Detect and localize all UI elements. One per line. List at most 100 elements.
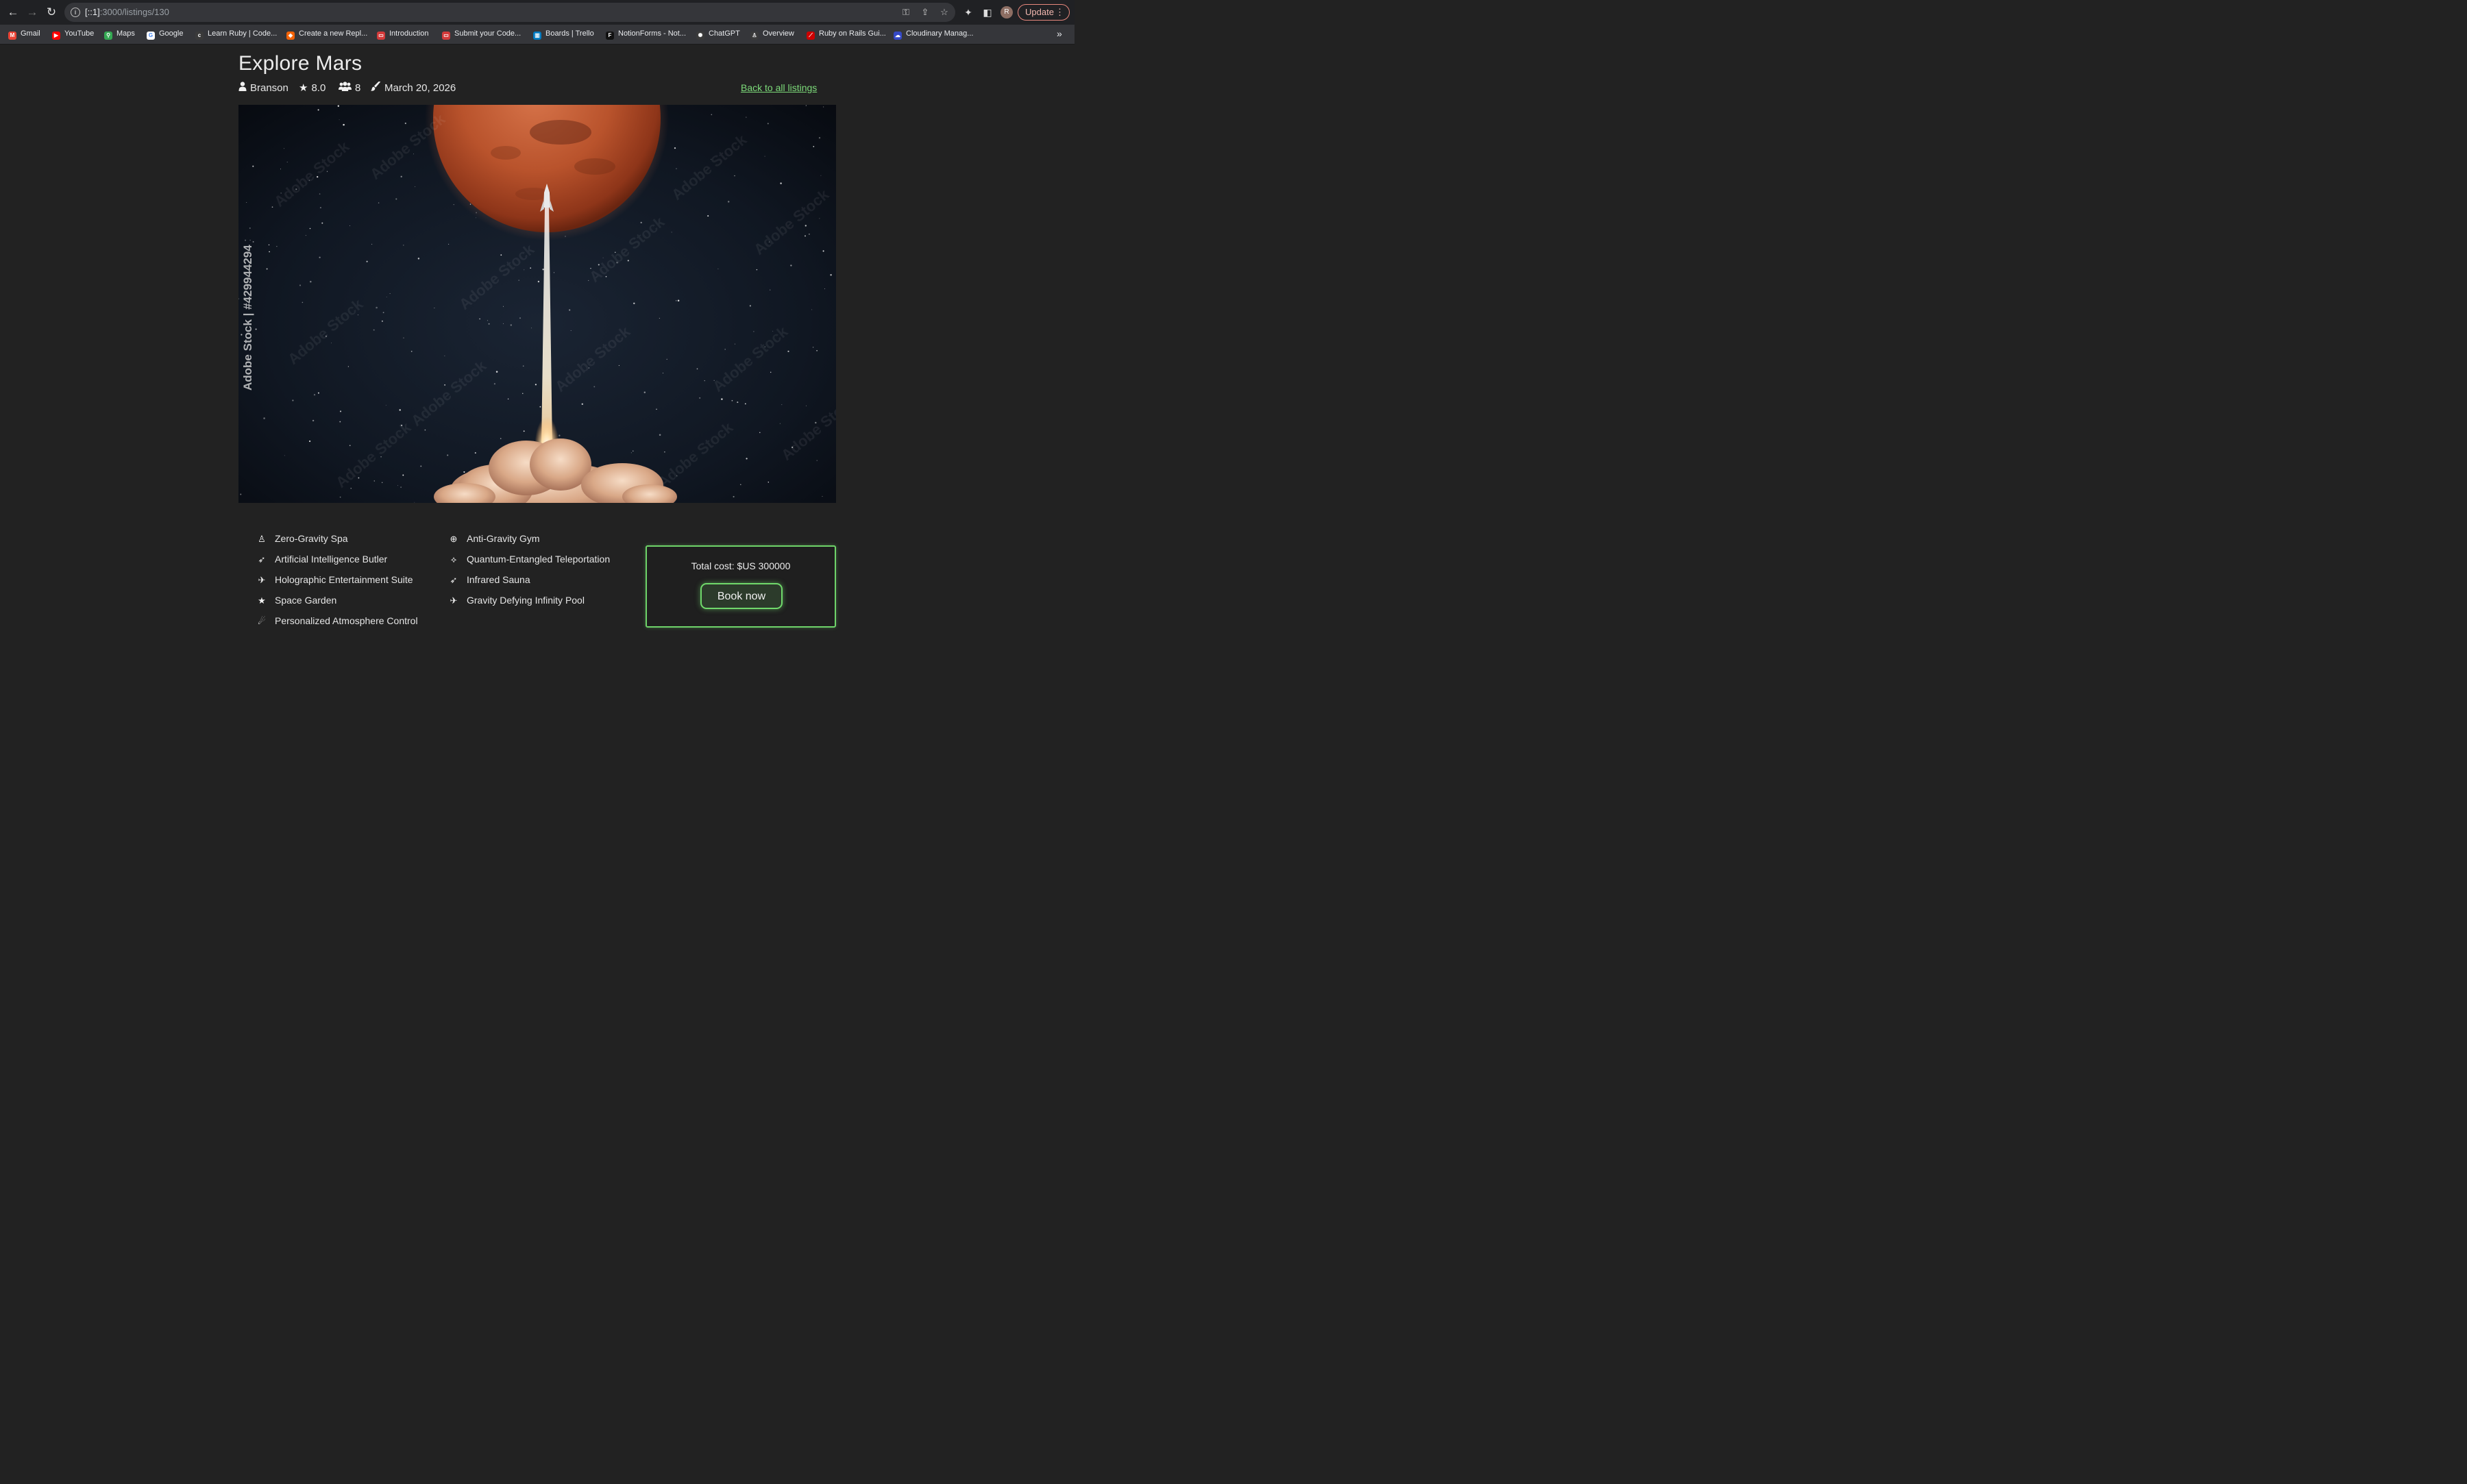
submit-icon: ▭ xyxy=(442,32,450,40)
browser-toolbar: ← → ↻ i [::1]:3000/listings/130 ⚿ ⇪ ☆ ✦ … xyxy=(0,0,1075,25)
guests-info: 8 xyxy=(339,82,360,94)
bookmark-label: ChatGPT xyxy=(709,29,740,38)
listing-image: Adobe Stock Adobe Stock Adobe Stock Adobe S… xyxy=(238,105,836,503)
address-bar[interactable]: i [::1]:3000/listings/130 ⚿ ⇪ ☆ xyxy=(64,3,955,22)
bookmark-10[interactable]: ✺ ChatGPT xyxy=(696,29,740,40)
listing-date: March 20, 2026 xyxy=(384,82,456,94)
url-text[interactable]: [::1]:3000/listings/130 xyxy=(85,7,169,17)
trello-icon: ▥ xyxy=(533,32,541,40)
bookmark-label: Gmail xyxy=(21,29,40,38)
rating-value: 8.0 xyxy=(311,82,326,94)
google-icon: G xyxy=(147,32,155,40)
satellite-dish-icon: ⟡ xyxy=(450,554,457,565)
menu-dots-icon: ⋮ xyxy=(1055,7,1064,17)
bookmark-label: Ruby on Rails Gui... xyxy=(819,29,886,38)
bookmark-label: Boards | Trello xyxy=(545,29,594,38)
bookmark-2[interactable]: ⚲ Maps xyxy=(104,29,135,40)
image-stock-caption: Adobe Stock | #429944294 xyxy=(241,245,254,391)
amenity-item: ➶ Infrared Sauna xyxy=(449,574,530,586)
amenity-item: ⟡ Quantum-Entangled Teleportation xyxy=(449,554,610,565)
cloudinary-icon: ☁ xyxy=(894,32,902,40)
booking-card: Total cost: $US 300000 Book now xyxy=(646,545,836,628)
paint-brush-icon xyxy=(371,81,381,94)
amenity-label: Gravity Defying Infinity Pool xyxy=(467,595,585,606)
notionforms-icon: F xyxy=(606,32,614,40)
amenity-label: Personalized Atmosphere Control xyxy=(275,615,418,626)
bookmark-13[interactable]: ☁ Cloudinary Manag... xyxy=(894,29,973,40)
url-host: [::1] xyxy=(85,7,100,17)
amenity-item: ♙ Zero-Gravity Spa xyxy=(257,533,348,545)
rocket-icon: ➶ xyxy=(450,575,458,585)
site-info-icon[interactable]: i xyxy=(71,8,80,17)
update-button[interactable]: Update ⋮ xyxy=(1018,4,1070,21)
spa-person-icon: ♙ xyxy=(258,534,266,544)
bookmark-label: Learn Ruby | Code... xyxy=(208,29,278,38)
bookmark-star-icon[interactable]: ☆ xyxy=(938,6,950,18)
bookmarks-overflow-button[interactable]: » xyxy=(1057,28,1062,39)
youtube-icon: ▶ xyxy=(52,32,60,40)
bookmark-9[interactable]: F NotionForms - Not... xyxy=(606,29,686,40)
replit-icon: ◆ xyxy=(286,32,295,40)
total-cost: Total cost: $US 300000 xyxy=(691,560,791,571)
rating-info: ★ 8.0 xyxy=(299,82,326,94)
overview-icon: ♙ xyxy=(750,32,759,40)
bookmark-4[interactable]: c Learn Ruby | Code... xyxy=(195,29,277,40)
amenity-item: ✈ Gravity Defying Infinity Pool xyxy=(449,595,585,606)
amenity-item: ☄ Personalized Atmosphere Control xyxy=(257,615,418,627)
back-arrow-icon[interactable]: ← xyxy=(6,5,20,19)
side-panel-icon[interactable]: ◧ xyxy=(981,5,994,19)
bookmark-3[interactable]: G Google xyxy=(147,29,183,40)
amenity-item: ★ Space Garden xyxy=(257,595,336,606)
host-name: Branson xyxy=(250,82,289,94)
amenity-label: Anti-Gravity Gym xyxy=(467,533,540,544)
bookmark-12[interactable]: ⟋ Ruby on Rails Gui... xyxy=(807,29,886,40)
book-now-button[interactable]: Book now xyxy=(700,583,783,609)
star-icon: ★ xyxy=(258,595,266,606)
star-icon: ★ xyxy=(299,82,308,94)
bookmark-7[interactable]: ▭ Submit your Code... xyxy=(442,29,521,40)
amenity-label: Artificial Intelligence Butler xyxy=(275,554,388,565)
extensions-puzzle-icon[interactable]: ✦ xyxy=(961,5,975,19)
bookmark-label: Submit your Code... xyxy=(454,29,521,38)
bookmark-6[interactable]: ▭ Introduction xyxy=(377,29,428,40)
bookmark-label: NotionForms - Not... xyxy=(618,29,687,38)
amenity-label: Quantum-Entangled Teleportation xyxy=(467,554,611,565)
bookmark-1[interactable]: ▶ YouTube xyxy=(52,29,94,40)
amenity-item: ✈ Holographic Entertainment Suite xyxy=(257,574,413,586)
update-label: Update xyxy=(1025,7,1054,17)
bookmark-8[interactable]: ▥ Boards | Trello xyxy=(533,29,594,40)
amenity-item: ⊕ Anti-Gravity Gym xyxy=(449,533,540,545)
share-icon[interactable]: ⇪ xyxy=(919,6,931,18)
date-info: March 20, 2026 xyxy=(371,81,456,94)
amenity-item: ➶ Artificial Intelligence Butler xyxy=(257,554,388,565)
amenity-label: Space Garden xyxy=(275,595,337,606)
amenity-label: Zero-Gravity Spa xyxy=(275,533,348,544)
bookmark-label: Maps xyxy=(116,29,135,38)
chatgpt-icon: ✺ xyxy=(696,32,704,40)
globe-icon: ⊕ xyxy=(450,534,458,544)
user-icon xyxy=(238,82,247,94)
rocket-launch-icon: ✈ xyxy=(450,595,458,606)
users-icon xyxy=(339,82,352,94)
bookmark-5[interactable]: ◆ Create a new Repl... xyxy=(286,29,367,40)
rocket-icon: ➶ xyxy=(258,554,266,565)
profile-avatar[interactable]: R xyxy=(1001,6,1013,18)
amenity-label: Infrared Sauna xyxy=(467,574,530,585)
listing-title: Explore Mars xyxy=(238,52,363,75)
bookmark-label: YouTube xyxy=(64,29,95,38)
bookmark-11[interactable]: ♙ Overview xyxy=(750,29,794,40)
bookmark-label: Google xyxy=(159,29,184,38)
back-to-listings-link[interactable]: Back to all listings xyxy=(741,82,817,93)
codecademy-icon: c xyxy=(195,32,204,40)
bookmark-label: Overview xyxy=(763,29,794,38)
host-info: Branson xyxy=(238,82,289,94)
maps-icon: ⚲ xyxy=(104,32,112,40)
password-key-icon[interactable]: ⚿ xyxy=(900,6,912,18)
rocket-launch-icon: ✈ xyxy=(258,575,266,585)
reload-icon[interactable]: ↻ xyxy=(45,5,58,19)
bookmark-0[interactable]: M Gmail xyxy=(8,29,40,40)
course-icon: ▭ xyxy=(377,32,385,40)
bookmark-label: Introduction xyxy=(389,29,429,38)
forward-arrow-icon[interactable]: → xyxy=(25,5,39,19)
gmail-icon: M xyxy=(8,32,16,40)
